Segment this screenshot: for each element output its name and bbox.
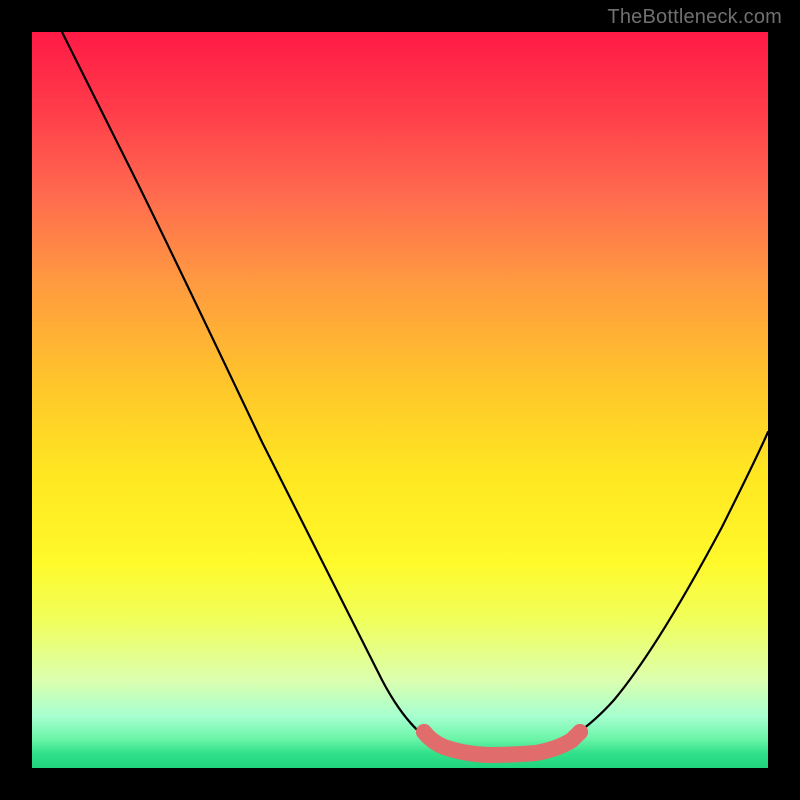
highlight-dot xyxy=(416,724,432,740)
highlight-band xyxy=(424,732,580,755)
chart-svg xyxy=(32,32,768,768)
outer-frame: TheBottleneck.com xyxy=(0,0,800,800)
watermark-text: TheBottleneck.com xyxy=(607,6,782,29)
highlight-dot xyxy=(572,724,588,740)
bottleneck-curve xyxy=(62,32,768,757)
plot-area xyxy=(32,32,768,768)
